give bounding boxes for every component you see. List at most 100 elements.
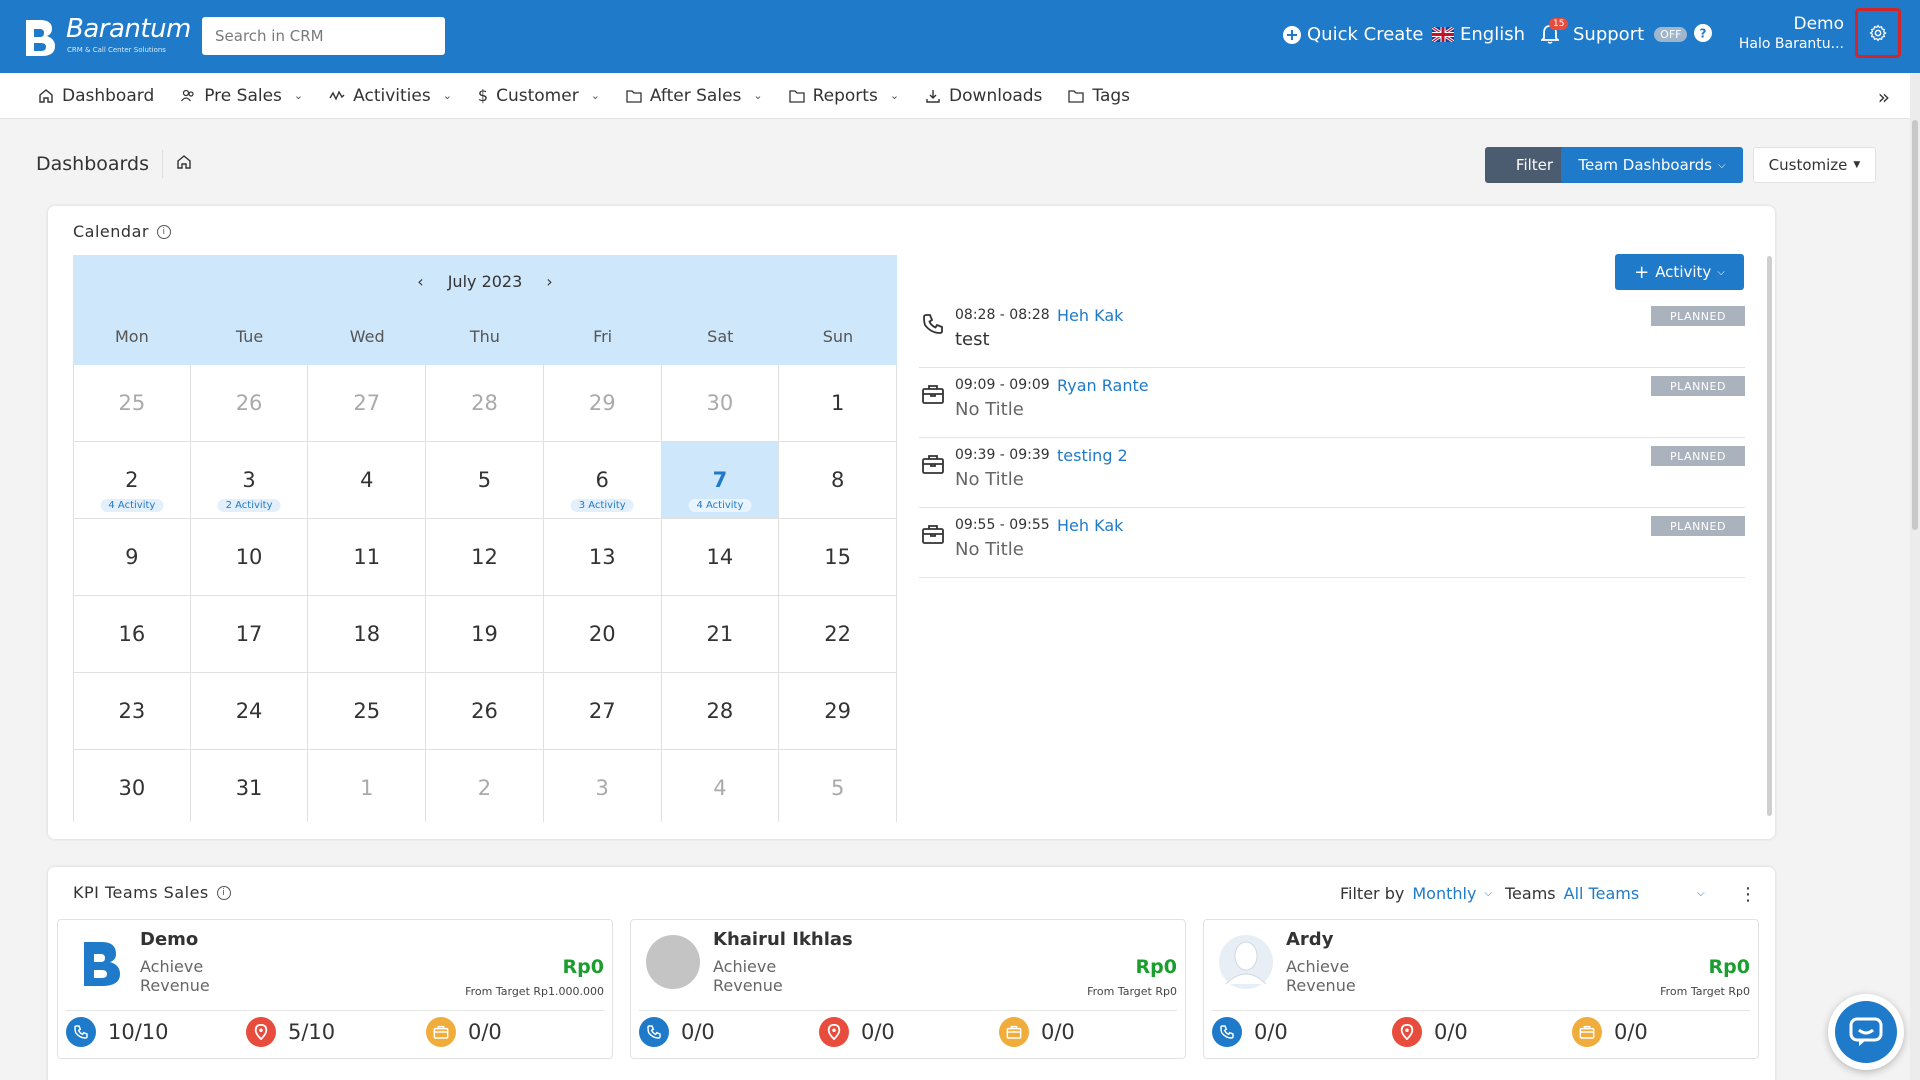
calendar-day[interactable]: 14 — [661, 519, 780, 596]
filter-by-value[interactable]: Monthly — [1412, 884, 1476, 903]
calendar-day[interactable]: 16 — [73, 596, 191, 673]
nav-item-pre-sales[interactable]: Pre Sales ⌄ — [180, 86, 303, 106]
help-button[interactable]: ? — [1694, 24, 1712, 42]
activity-item[interactable]: 09:55 - 09:55 Heh Kak No Title PLANNED — [919, 508, 1745, 578]
day-number: 12 — [471, 545, 498, 569]
info-icon[interactable]: i — [216, 885, 231, 900]
achieve-label: Achieve Revenue — [140, 957, 210, 995]
calendar-day[interactable]: 21 — [661, 596, 780, 673]
activity-item[interactable]: 08:28 - 08:28 Heh Kak test PLANNED — [919, 298, 1745, 368]
calendar-day[interactable]: 9 — [73, 519, 191, 596]
nav-item-dashboard[interactable]: Dashboard — [38, 86, 154, 106]
activity-item[interactable]: 09:09 - 09:09 Ryan Rante No Title PLANNED — [919, 368, 1745, 438]
day-number: 22 — [824, 622, 851, 646]
calendar-day-today[interactable]: 7 4 Activity — [661, 442, 780, 519]
activity-count-badge[interactable]: 2 Activity — [217, 499, 281, 512]
calendar-day[interactable]: 19 — [426, 596, 544, 673]
calendar-day[interactable]: 4 — [308, 442, 427, 519]
calendar-day[interactable]: 1 — [779, 365, 897, 442]
activity-count-badge[interactable]: 4 Activity — [688, 499, 752, 512]
calendar-day[interactable]: 1 — [308, 750, 427, 822]
activity-count-badge[interactable]: 4 Activity — [100, 499, 164, 512]
customize-button[interactable]: Customize ▼ — [1753, 147, 1876, 183]
calendar-day[interactable]: 4 — [662, 750, 780, 822]
day-number: 8 — [830, 468, 845, 492]
calendar-day[interactable]: 2 — [426, 750, 544, 822]
kpi-teams-filter[interactable]: Teams All Teams ⌵ — [1505, 884, 1705, 903]
briefcase-icon — [1572, 1017, 1602, 1047]
activity-contact-link[interactable]: Ryan Rante — [1057, 376, 1149, 395]
nav-item-reports[interactable]: Reports ⌄ — [788, 86, 899, 106]
calendar-day[interactable]: 8 — [779, 442, 897, 519]
more-options-icon[interactable]: ⋮ — [1739, 884, 1757, 905]
brand-logo[interactable]: Barantum CRM & Call Center Solutions — [22, 14, 222, 58]
settings-button[interactable] — [1855, 8, 1901, 58]
breadcrumb-home[interactable] — [176, 154, 192, 174]
teams-value[interactable]: All Teams — [1564, 884, 1640, 903]
calendar-day[interactable]: 25 — [73, 365, 191, 442]
calendar-day[interactable]: 3 — [544, 750, 662, 822]
calendar-day[interactable]: 28 — [426, 365, 544, 442]
calendar-day[interactable]: 20 — [543, 596, 662, 673]
calendar-day[interactable]: 30 — [73, 750, 191, 822]
support-toggle[interactable]: Support OFF — [1573, 24, 1688, 45]
nav-item-activities[interactable]: Activities ⌄ — [329, 86, 452, 106]
calendar-day[interactable]: 2 4 Activity — [73, 442, 191, 519]
info-icon[interactable]: i — [156, 224, 171, 239]
calendar-day[interactable]: 17 — [190, 596, 309, 673]
calendar-day[interactable]: 31 — [191, 750, 309, 822]
calendar-day[interactable]: 30 — [661, 365, 780, 442]
kpi-member-tile[interactable]: Demo Achieve Revenue Rp0 From Target Rp1.000… — [57, 919, 613, 1059]
calendar-day[interactable]: 29 — [779, 673, 897, 750]
language-selector[interactable]: English — [1432, 24, 1525, 45]
calendar-day[interactable]: 22 — [779, 596, 897, 673]
calendar-day[interactable]: 27 — [308, 365, 427, 442]
activity-count-badge[interactable]: 3 Activity — [570, 499, 634, 512]
calendar-day[interactable]: 3 2 Activity — [190, 442, 309, 519]
calendar-day[interactable]: 29 — [543, 365, 662, 442]
calendar-scrollbar[interactable] — [1767, 256, 1772, 816]
calendar-day[interactable]: 27 — [543, 673, 662, 750]
nav-item-customer[interactable]: $ Customer ⌄ — [478, 86, 600, 106]
page-scrollbar-thumb[interactable] — [1912, 120, 1918, 530]
kpi-member-tile[interactable]: Khairul Ikhlas Achieve Revenue Rp0 From Targ… — [630, 919, 1186, 1059]
chat-button[interactable] — [1828, 994, 1904, 1070]
prev-month-icon[interactable]: ‹ — [417, 272, 423, 291]
activity-contact-link[interactable]: Heh Kak — [1057, 516, 1123, 535]
calendar-day[interactable]: 5 — [426, 442, 544, 519]
calendar-day[interactable]: 26 — [190, 365, 309, 442]
add-activity-button[interactable]: + Activity ⌵ — [1615, 254, 1744, 290]
notifications-button[interactable]: 15 — [1541, 18, 1569, 44]
team-dashboards-button[interactable]: Team Dashboards ⌵ — [1561, 147, 1743, 183]
support-toggle-state[interactable]: OFF — [1654, 27, 1688, 42]
kpi-period-filter[interactable]: Filter by Monthly ⌵ — [1340, 884, 1492, 903]
double-chevron-right-icon[interactable]: » — [1878, 85, 1890, 109]
kpi-member-tile[interactable]: Ardy Achieve Revenue Rp0 From Target Rp0 0/0 0… — [1203, 919, 1759, 1059]
calendar-day[interactable]: 25 — [308, 673, 427, 750]
calendar-day[interactable]: 24 — [190, 673, 309, 750]
day-number: 2 — [477, 776, 492, 800]
activity-contact-link[interactable]: Heh Kak — [1057, 306, 1123, 325]
calendar-day[interactable]: 15 — [779, 519, 897, 596]
call-stat-value: 0/0 — [681, 1020, 715, 1044]
nav-item-tags[interactable]: Tags — [1068, 86, 1130, 106]
calendar-day[interactable]: 23 — [73, 673, 191, 750]
calendar-day[interactable]: 13 — [543, 519, 662, 596]
calendar-day[interactable]: 12 — [426, 519, 544, 596]
calendar-day[interactable]: 11 — [308, 519, 427, 596]
calendar-day[interactable]: 5 — [779, 750, 897, 822]
calendar-day[interactable]: 28 — [661, 673, 780, 750]
next-month-icon[interactable]: › — [546, 272, 552, 291]
activity-contact-link[interactable]: testing 2 — [1057, 446, 1128, 465]
calendar-day[interactable]: 18 — [308, 596, 427, 673]
nav-item-after-sales[interactable]: After Sales ⌄ — [626, 86, 763, 106]
calendar-day[interactable]: 10 — [190, 519, 309, 596]
activity-item[interactable]: 09:39 - 09:39 testing 2 No Title PLANNED — [919, 438, 1745, 508]
calendar-day[interactable]: 6 3 Activity — [543, 442, 662, 519]
quick-create-button[interactable]: Quick Create — [1283, 24, 1423, 45]
phone-icon — [921, 312, 945, 336]
search-input[interactable] — [202, 17, 445, 55]
user-menu[interactable]: Demo Halo Barantu... — [1739, 14, 1844, 52]
nav-item-downloads[interactable]: Downloads — [925, 86, 1042, 106]
calendar-day[interactable]: 26 — [426, 673, 544, 750]
